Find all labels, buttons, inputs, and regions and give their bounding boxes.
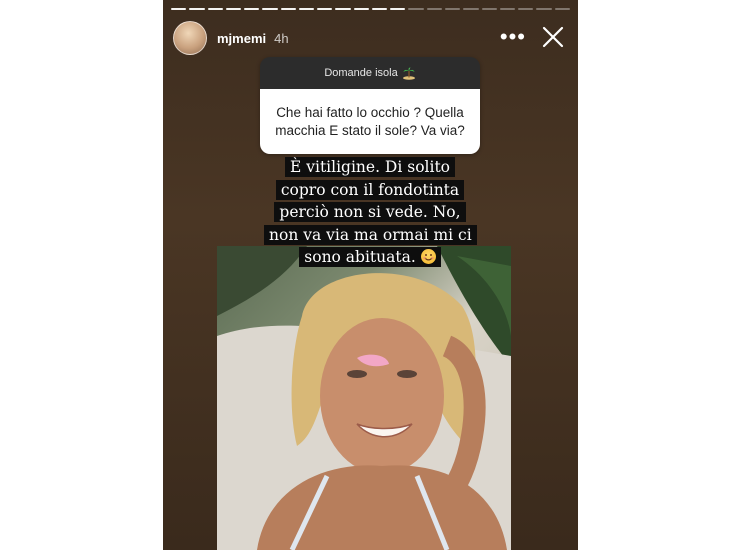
post-time: 4h — [274, 30, 289, 46]
progress-segment — [280, 8, 296, 10]
story-progress-bar — [171, 8, 570, 11]
progress-segment — [499, 8, 516, 10]
progress-segment — [262, 8, 278, 10]
progress-segment — [554, 8, 570, 10]
avatar[interactable] — [173, 21, 207, 55]
progress-segment — [353, 8, 369, 10]
progress-segment — [536, 8, 552, 10]
progress-segment — [189, 8, 205, 10]
question-sticker-title: Domande isola — [324, 67, 398, 79]
progress-segment — [426, 8, 442, 10]
progress-segment — [481, 8, 497, 10]
question-sticker-header: Domande isola — [260, 57, 480, 89]
username[interactable]: mjmemi — [217, 31, 266, 46]
progress-segment — [225, 8, 242, 10]
smiling-face-emoji — [420, 249, 436, 264]
progress-segment — [444, 8, 461, 10]
progress-segment — [171, 8, 187, 10]
more-options-icon[interactable]: ••• — [500, 26, 526, 48]
progress-segment — [408, 8, 424, 10]
story-photo — [217, 246, 511, 550]
story-viewer[interactable]: mjmemi 4h ••• Domande isola Che hai fatt… — [163, 0, 578, 550]
progress-segment — [244, 8, 260, 10]
progress-segment — [463, 8, 479, 10]
answer-text-block: È vitiligine. Di solito copro con il fon… — [264, 156, 477, 269]
progress-segment — [207, 8, 223, 10]
progress-segment — [371, 8, 388, 10]
answer-text: È vitiligine. Di solito copro con il fon… — [264, 157, 477, 267]
progress-segment — [335, 8, 351, 10]
progress-segment — [518, 8, 534, 10]
close-icon[interactable] — [538, 22, 568, 52]
progress-segment — [390, 8, 406, 10]
progress-segment — [298, 8, 315, 10]
question-text: Che hai fatto lo occhio ? Quella macchia… — [260, 89, 480, 154]
island-icon — [402, 66, 416, 80]
question-sticker: Domande isola Che hai fatto lo occhio ? … — [260, 57, 480, 154]
story-header: mjmemi 4h ••• — [173, 20, 568, 56]
progress-segment — [317, 8, 333, 10]
